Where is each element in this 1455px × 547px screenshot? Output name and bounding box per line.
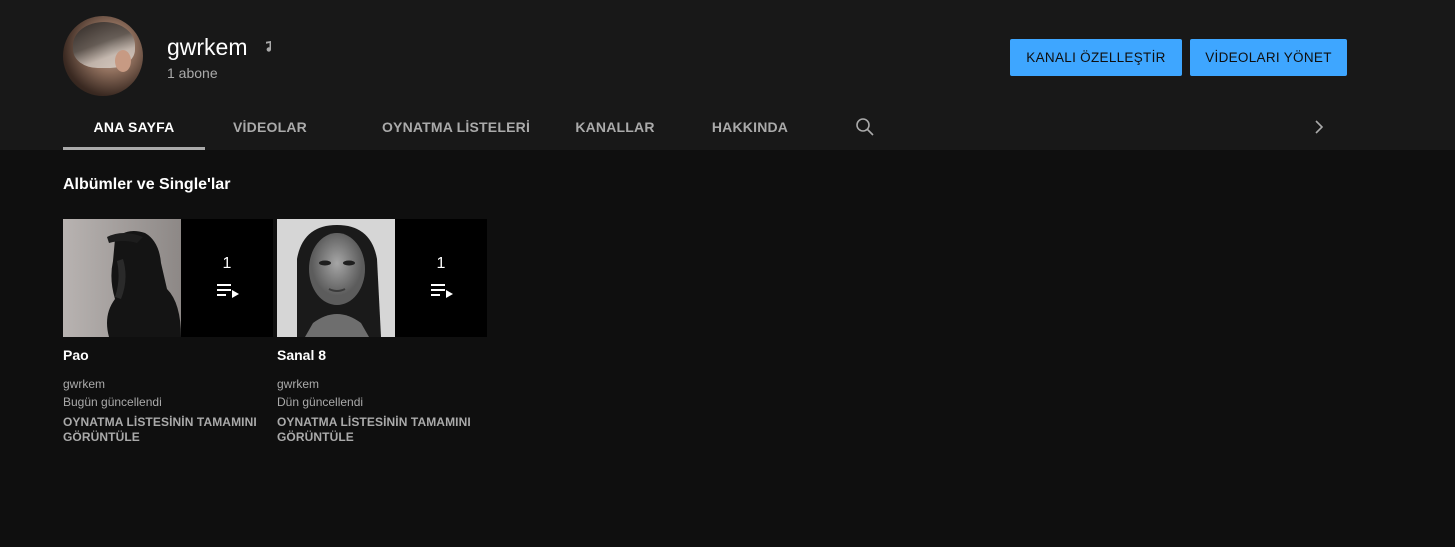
playlist-updated: Dün güncellendi	[277, 395, 364, 409]
search-icon[interactable]	[855, 117, 875, 137]
playlist-thumbnail[interactable]: 1	[277, 219, 487, 337]
manage-videos-button[interactable]: VİDEOLARI YÖNET	[1190, 39, 1347, 76]
view-full-playlist-link[interactable]: OYNATMA LİSTESİNİN TAMAMINI GÖRÜNTÜLE	[63, 415, 273, 445]
playlist-play-icon	[431, 284, 453, 298]
playlist-card: 1 Pao gwrkem Bugün güncellendi OYNATMA L…	[63, 219, 273, 445]
section-title: Albümler ve Single'lar	[63, 176, 231, 193]
playlist-count-overlay: 1	[395, 219, 487, 337]
playlist-play-icon	[217, 284, 239, 298]
avatar-ear	[115, 50, 131, 72]
music-note-icon	[266, 41, 271, 52]
tab-about[interactable]: HAKKINDA	[683, 104, 817, 150]
playlist-author[interactable]: gwrkem	[277, 377, 487, 391]
tab-videos[interactable]: VİDEOLAR	[205, 104, 335, 150]
playlist-video-count: 1	[436, 255, 446, 272]
playlist-count-overlay: 1	[181, 219, 273, 337]
playlist-author[interactable]: gwrkem	[63, 377, 273, 391]
channel-avatar[interactable]	[63, 16, 143, 96]
tab-channels[interactable]: KANALLAR	[551, 104, 679, 150]
playlist-card: 1 Sanal 8 gwrkem Dün güncellendi OYNATMA…	[277, 219, 487, 445]
playlist-title[interactable]: Pao	[63, 347, 273, 363]
playlist-updated: Bugün güncellendi	[63, 395, 162, 409]
channel-name: gwrkem	[167, 34, 248, 60]
playlist-thumbnail[interactable]: 1	[63, 219, 273, 337]
playlist-cover-image	[63, 219, 181, 337]
tab-playlists[interactable]: OYNATMA LİSTELERİ	[335, 104, 577, 150]
customize-channel-button[interactable]: KANALI ÖZELLEŞTİR	[1010, 39, 1182, 76]
playlist-video-count: 1	[222, 255, 232, 272]
tab-home[interactable]: ANA SAYFA	[63, 104, 205, 150]
playlist-title[interactable]: Sanal 8	[277, 347, 487, 363]
subscriber-count: 1 abone	[167, 65, 218, 81]
channel-header: gwrkem 1 abone KANALI ÖZELLEŞTİR VİDEOLA…	[0, 0, 1455, 150]
view-full-playlist-link[interactable]: OYNATMA LİSTESİNİN TAMAMINI GÖRÜNTÜLE	[277, 415, 487, 445]
playlist-cover-image	[277, 219, 395, 337]
chevron-right-icon[interactable]	[1310, 117, 1328, 137]
